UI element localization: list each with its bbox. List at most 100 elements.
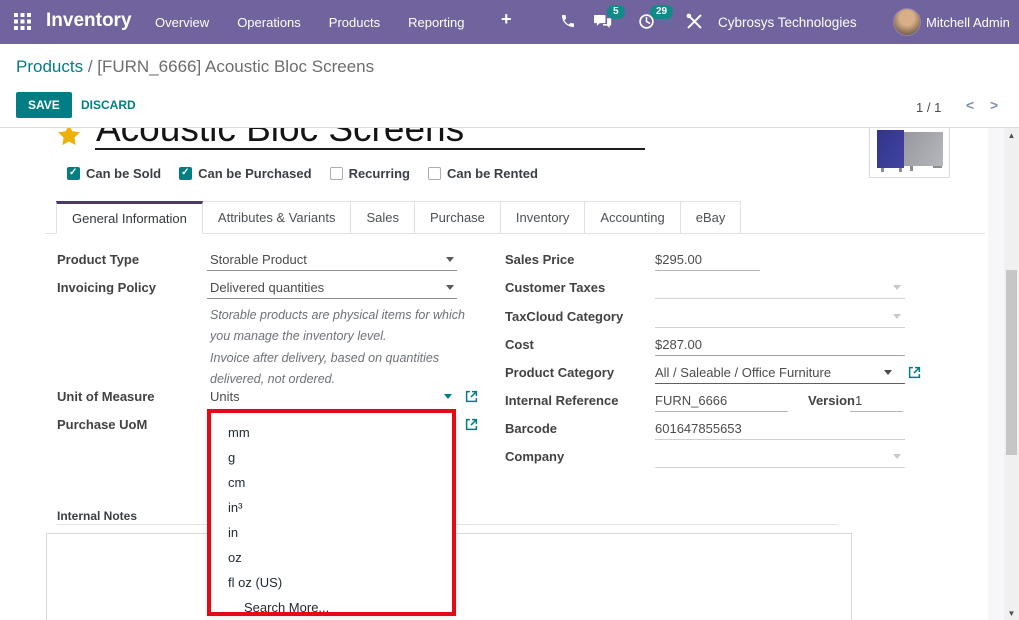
chevron-down-icon[interactable] — [893, 454, 901, 463]
uom-dropdown-item[interactable]: cm — [211, 470, 452, 495]
notebook-tabs: General InformationAttributes & Variants… — [57, 201, 741, 234]
field-label-internal-reference: Internal Reference — [505, 393, 618, 408]
notebook-tab[interactable]: Attributes & Variants — [202, 201, 352, 234]
form-sheet: Acoustic Bloc Screens Can be Sold — [0, 127, 1019, 620]
field-label-sales-price: Sales Price — [505, 252, 574, 267]
field-underline — [655, 411, 788, 412]
breadcrumb-parent[interactable]: Products — [16, 57, 83, 76]
field-underline — [655, 298, 905, 299]
notebook-tab[interactable]: General Information — [56, 201, 203, 234]
uom-dropdown-item[interactable]: fl oz (US) — [211, 570, 452, 595]
pager-previous-icon[interactable]: < — [966, 97, 974, 113]
notebook-tab[interactable]: Accounting — [584, 201, 680, 234]
phone-icon[interactable] — [560, 13, 577, 30]
user-avatar[interactable] — [893, 8, 921, 36]
field-value-internal-reference[interactable]: FURN_6666 — [655, 393, 727, 408]
uom-dropdown-item[interactable]: in — [211, 520, 452, 545]
plus-icon[interactable]: + — [501, 9, 512, 30]
odoo-inventory-product-form: Inventory OverviewOperationsProductsRepo… — [0, 0, 1019, 620]
notebook-tab[interactable]: Purchase — [414, 201, 501, 234]
field-underline — [655, 270, 760, 271]
notebook-tab[interactable]: eBay — [680, 201, 742, 234]
nav-menu-item[interactable]: Products — [315, 15, 394, 30]
field-label-purchase-uom: Purchase UoM — [57, 417, 147, 432]
breadcrumb-separator: / — [83, 57, 97, 76]
scrollbar-thumb[interactable] — [1006, 270, 1017, 455]
nav-menu-item[interactable]: Overview — [141, 15, 223, 30]
field-label-invoicing-policy: Invoicing Policy — [57, 280, 156, 295]
pager-next-icon[interactable]: > — [990, 97, 998, 113]
internal-notes-label: Internal Notes — [57, 509, 137, 523]
checkbox-icon[interactable] — [428, 167, 441, 180]
chevron-down-icon[interactable] — [884, 370, 892, 379]
screen-panel-blue — [877, 130, 904, 168]
notebook-tab[interactable]: Inventory — [500, 201, 585, 234]
save-button[interactable]: SAVE — [16, 92, 72, 118]
field-label-cost: Cost — [505, 337, 534, 352]
external-link-icon[interactable] — [465, 418, 478, 431]
field-value-version[interactable]: 1 — [855, 393, 862, 408]
uom-dropdown-item[interactable]: g — [211, 445, 452, 470]
field-label-company: Company — [505, 449, 564, 464]
top-navbar: Inventory OverviewOperationsProductsRepo… — [0, 0, 1019, 44]
field-underline — [655, 327, 905, 328]
flag-label: Recurring — [349, 166, 410, 181]
field-underline — [850, 411, 903, 412]
field-label-product-type: Product Type — [57, 252, 139, 267]
product-title-input[interactable]: Acoustic Bloc Screens — [96, 128, 644, 148]
product-image[interactable] — [869, 128, 950, 178]
breadcrumb-current: [FURN_6666] Acoustic Bloc Screens — [97, 57, 374, 76]
uom-dropdown-item[interactable]: mm — [211, 420, 452, 445]
tools-icon[interactable] — [686, 13, 703, 30]
user-name[interactable]: Mitchell Admin — [926, 15, 1010, 30]
title-underline — [95, 148, 645, 150]
scroll-down-icon[interactable]: ▼ — [1004, 609, 1019, 618]
field-underline — [655, 355, 905, 356]
activities-badge[interactable]: 29 — [650, 5, 673, 19]
flag-checkbox[interactable]: Can be Sold — [67, 166, 161, 181]
checkbox-icon[interactable] — [179, 167, 192, 180]
favorite-star-icon[interactable] — [57, 127, 81, 150]
field-underline — [207, 270, 457, 271]
help-text-storable: Storable products are physical items for… — [210, 305, 466, 347]
checkbox-icon[interactable] — [67, 167, 80, 180]
uom-dropdown-item[interactable]: in³ — [211, 495, 452, 520]
uom-dropdown-item[interactable]: oz — [211, 545, 452, 570]
panel-foot — [910, 166, 913, 171]
field-value-product-type[interactable]: Storable Product — [210, 252, 307, 267]
nav-menu-item[interactable]: Reporting — [394, 15, 478, 30]
chevron-down-icon[interactable] — [446, 285, 454, 294]
vertical-scrollbar[interactable]: ▲ ▼ — [1004, 128, 1019, 620]
flag-checkbox[interactable]: Recurring — [330, 166, 410, 181]
app-name[interactable]: Inventory — [46, 10, 132, 32]
company-name[interactable]: Cybrosys Technologies — [718, 15, 857, 30]
nav-menu-item[interactable]: Operations — [223, 15, 315, 30]
uom-search-more[interactable]: Search More... — [211, 595, 452, 620]
field-label-product-category: Product Category — [505, 365, 614, 380]
checkbox-icon[interactable] — [330, 167, 343, 180]
field-value-barcode[interactable]: 601647855653 — [655, 421, 742, 436]
messages-badge[interactable]: 5 — [607, 5, 625, 19]
chevron-down-icon[interactable] — [444, 394, 452, 403]
field-underline — [655, 439, 905, 440]
field-value-invoicing-policy[interactable]: Delivered quantities — [210, 280, 324, 295]
panel-foot — [881, 168, 884, 172]
field-value-product-category[interactable]: All / Saleable / Office Furniture — [655, 365, 831, 380]
chevron-down-icon[interactable] — [893, 314, 901, 323]
flag-checkbox[interactable]: Can be Rented — [428, 166, 538, 181]
external-link-icon[interactable] — [908, 366, 921, 379]
field-value-cost[interactable]: $287.00 — [655, 337, 702, 352]
external-link-icon[interactable] — [465, 390, 478, 403]
field-value-sales-price[interactable]: $295.00 — [655, 252, 702, 267]
field-underline — [655, 383, 905, 384]
flag-checkbox[interactable]: Can be Purchased — [179, 166, 311, 181]
chevron-down-icon[interactable] — [446, 257, 454, 266]
notebook-tab[interactable]: Sales — [350, 201, 415, 234]
field-underline — [207, 298, 457, 299]
field-value-uom[interactable]: Units — [210, 389, 240, 404]
discard-button[interactable]: DISCARD — [81, 98, 136, 112]
scroll-up-icon[interactable]: ▲ — [1004, 131, 1019, 140]
chevron-down-icon[interactable] — [893, 285, 901, 294]
apps-grid-icon[interactable] — [14, 13, 31, 30]
field-label-uom: Unit of Measure — [57, 389, 155, 404]
